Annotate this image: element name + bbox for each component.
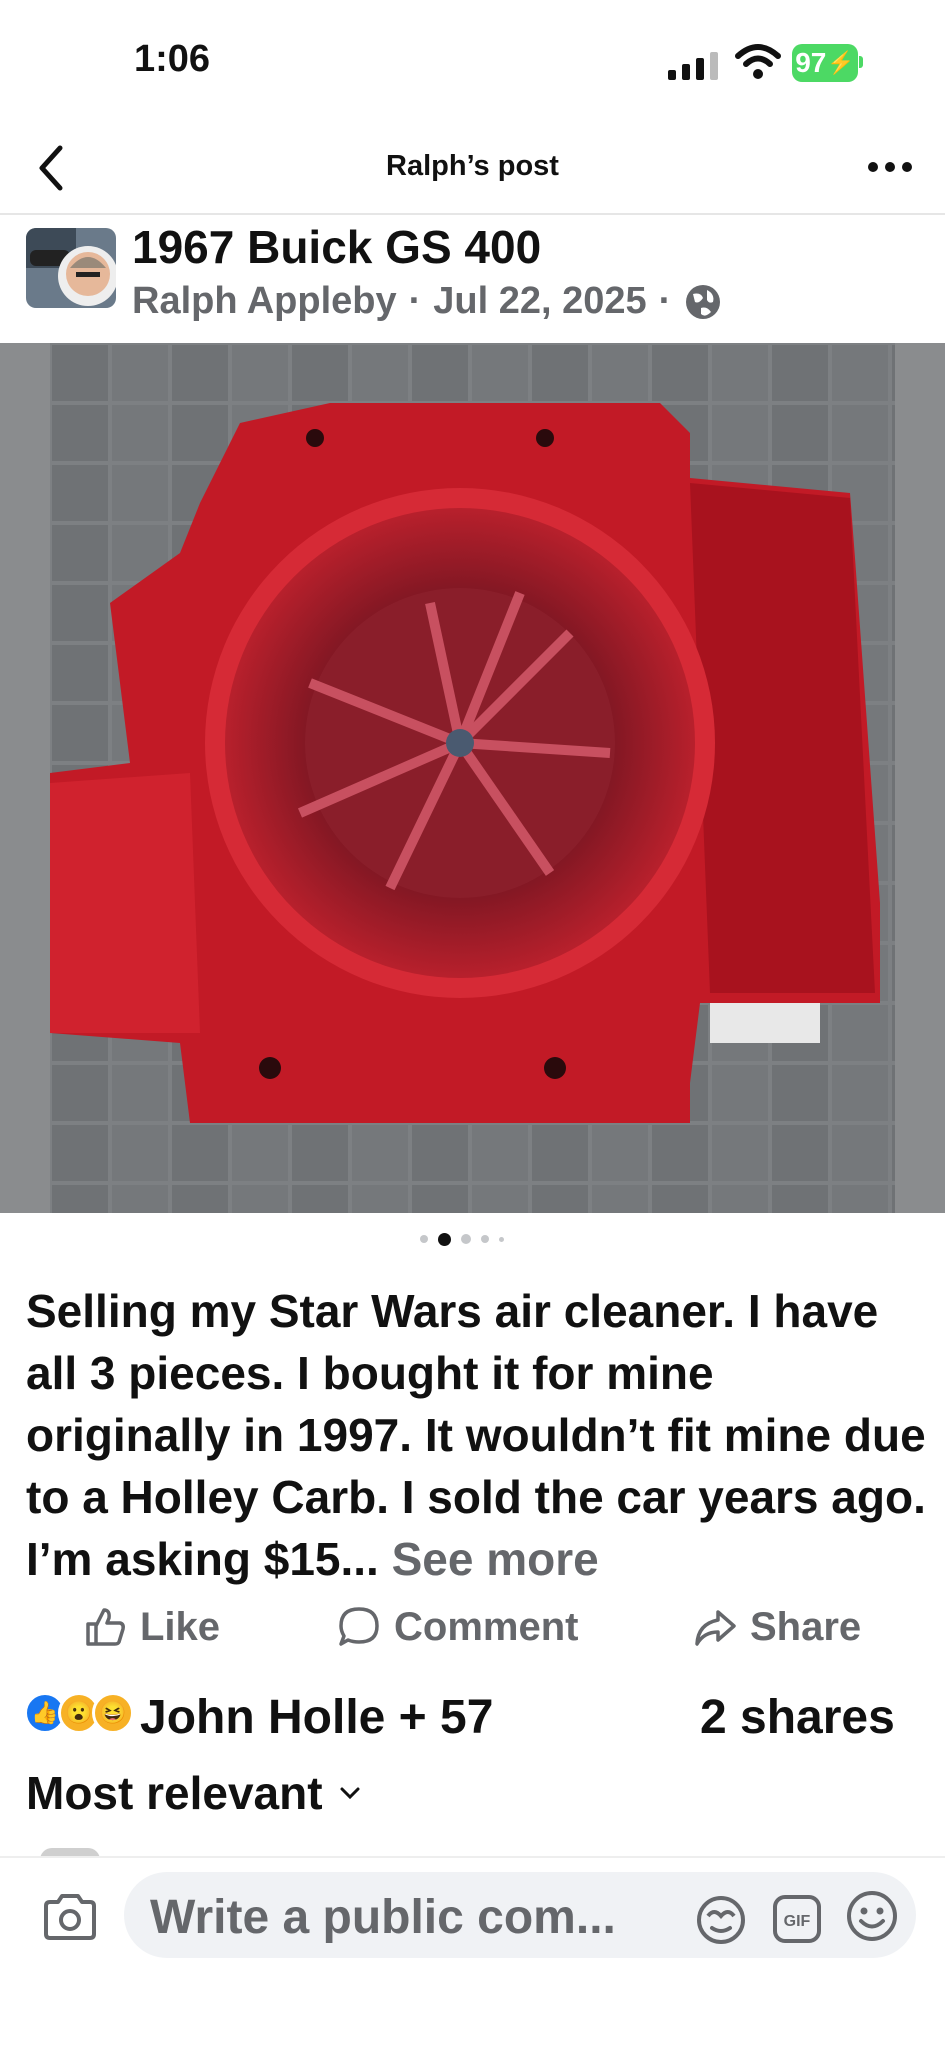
battery-level: 97: [795, 47, 827, 78]
carousel-dot: [481, 1235, 489, 1243]
battery-indicator: 97 ⚡: [792, 44, 858, 82]
carousel-dot-active: [438, 1232, 451, 1246]
share-label: Share: [750, 1604, 862, 1649]
reactors-summary[interactable]: John Holle + 57: [140, 1690, 493, 1745]
comment-bubble-icon: [339, 1607, 379, 1646]
carousel-dot: [461, 1234, 471, 1244]
gif-icon[interactable]: GIF: [770, 1892, 824, 1946]
share-button[interactable]: Share: [692, 1604, 861, 1650]
svg-text:GIF: GIF: [784, 1913, 811, 1930]
author-name[interactable]: Ralph Appleby: [132, 280, 397, 323]
cellular-signal-icon: [668, 48, 720, 80]
post-photo[interactable]: [50, 343, 895, 1213]
carousel-indicator[interactable]: [420, 1232, 525, 1246]
shares-count[interactable]: 2 shares: [700, 1690, 895, 1745]
battery-cap: [859, 56, 863, 68]
globe-icon: [686, 284, 721, 319]
meta-separator: ·: [408, 280, 422, 322]
comment-label: Comment: [394, 1604, 579, 1649]
reaction-icons[interactable]: 👍 😮 😆: [24, 1692, 134, 1734]
emoji-icon[interactable]: [844, 1888, 900, 1944]
chevron-down-icon: [340, 1787, 360, 1800]
haha-reaction-icon: 😆: [92, 1692, 134, 1734]
post-meta: Ralph Appleby · Jul 22, 2025 ·: [132, 280, 723, 323]
like-label: Like: [140, 1604, 221, 1649]
page-title: Ralph’s post: [386, 150, 559, 182]
carousel-dot: [420, 1235, 428, 1243]
thumbs-up-icon: [86, 1608, 125, 1646]
header-divider: [0, 213, 945, 215]
post-body: Selling my Star Wars air cleaner. I have…: [26, 1280, 926, 1590]
more-options-icon[interactable]: [866, 160, 914, 174]
status-time: 1:06: [134, 38, 211, 80]
see-more-link[interactable]: See more: [392, 1533, 599, 1585]
comment-button[interactable]: Comment: [336, 1604, 578, 1650]
post-title: 1967 Buick GS 400: [132, 221, 542, 273]
post-date[interactable]: Jul 22, 2025: [433, 280, 646, 323]
author-avatar[interactable]: [26, 228, 116, 308]
wifi-icon: [735, 44, 781, 79]
comment-sort-label: Most relevant: [26, 1767, 323, 1819]
comment-input-placeholder[interactable]: Write a public com...: [150, 1890, 616, 1945]
like-button[interactable]: Like: [82, 1604, 220, 1650]
avatar-sticker-icon[interactable]: [694, 1892, 748, 1946]
avatar-image: [26, 228, 116, 308]
charging-bolt-icon: ⚡: [827, 50, 855, 75]
comment-sort-dropdown[interactable]: Most relevant: [26, 1766, 363, 1820]
share-arrow-icon: [695, 1610, 736, 1646]
carousel-dot: [499, 1236, 504, 1242]
camera-icon[interactable]: [40, 1890, 100, 1946]
meta-separator: ·: [658, 280, 672, 322]
